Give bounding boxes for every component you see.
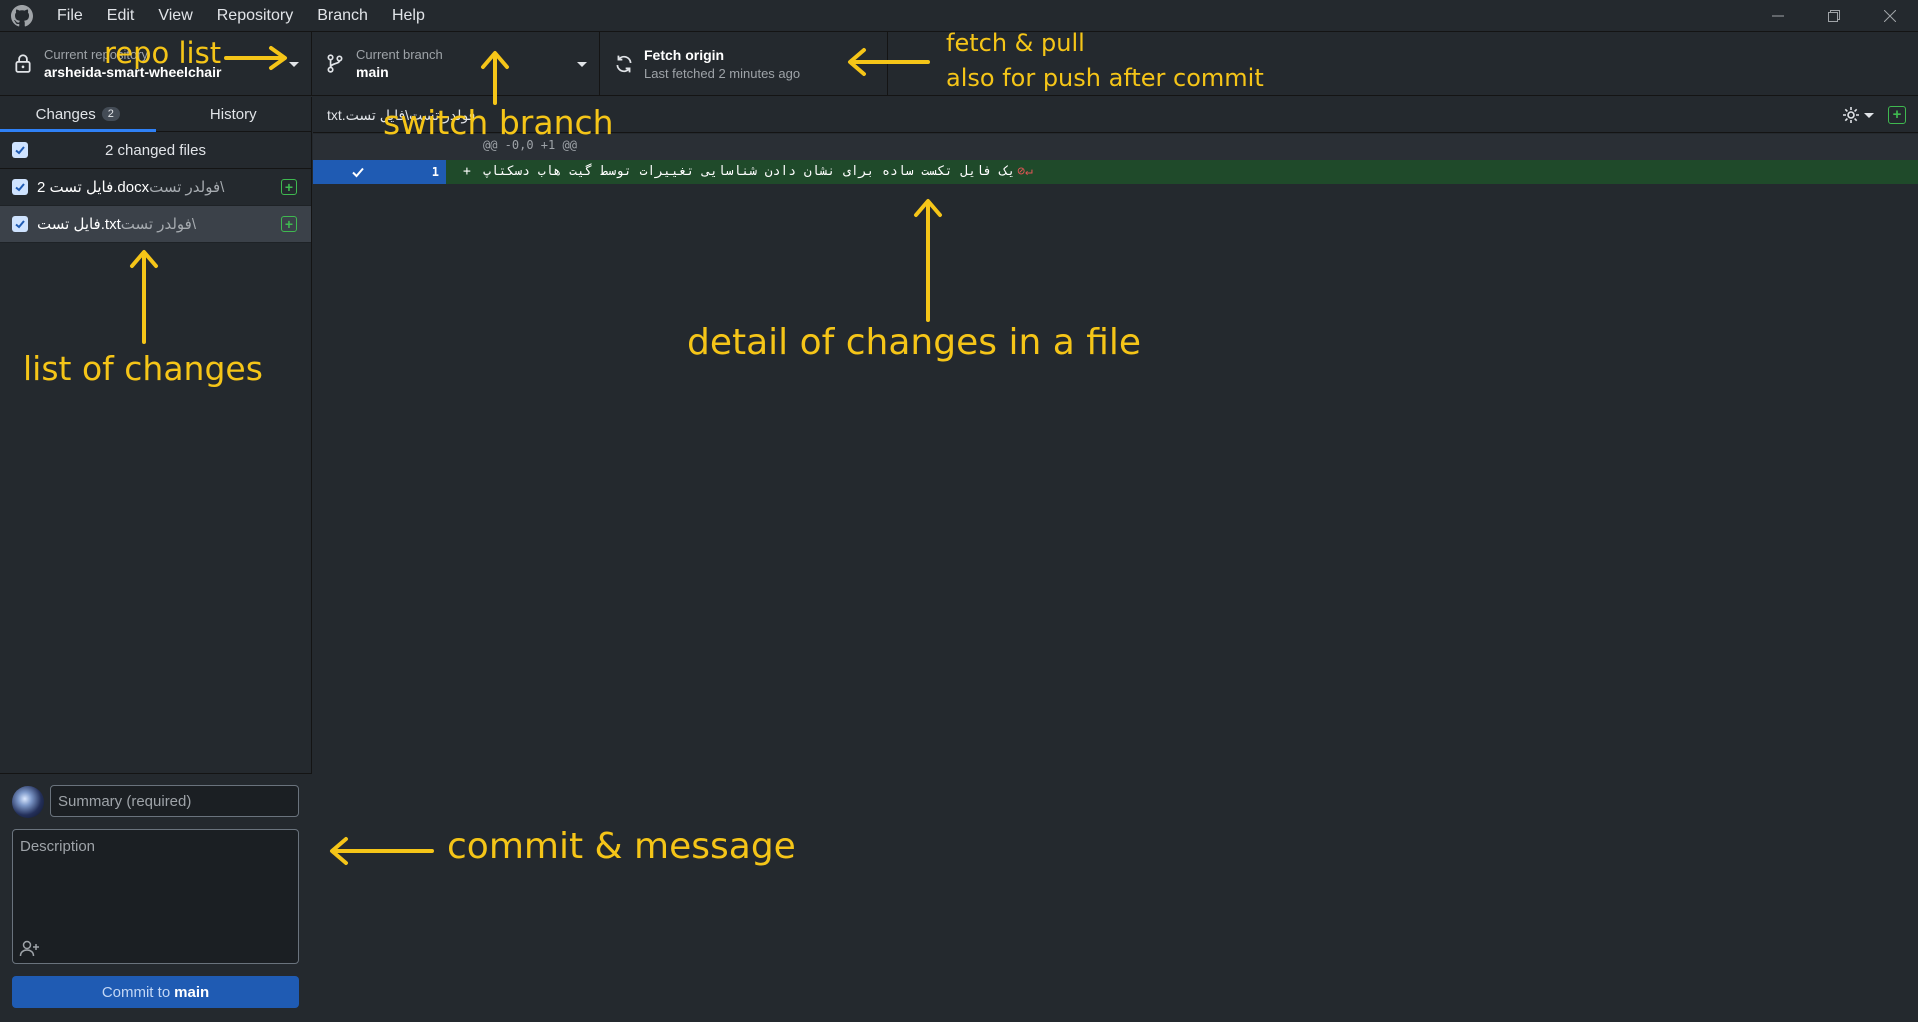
check-icon — [15, 220, 25, 229]
file-basename: فایل تست 2.docx — [37, 179, 150, 196]
diff-line-added[interactable]: 1 + یک فایل تکست ساده برای نشان دادن شنا… — [313, 160, 1918, 184]
check-icon — [351, 167, 364, 178]
line-text: یک فایل تکست ساده برای نشان دادن شناسایی… — [483, 164, 1016, 179]
github-logo-icon — [11, 4, 33, 26]
menu-view[interactable]: View — [146, 0, 204, 31]
check-icon — [15, 183, 25, 192]
menu-branch[interactable]: Branch — [305, 0, 380, 31]
description-box — [12, 829, 299, 964]
check-icon — [15, 146, 25, 155]
gear-icon — [1843, 107, 1859, 123]
line-content: یک فایل تکست ساده برای نشان دادن شناسایی… — [483, 160, 1383, 184]
restore-button[interactable] — [1806, 0, 1862, 31]
annotation-fetch-line1: fetch & pull — [946, 29, 1085, 57]
annotation-detail-changes: detail of changes in a file — [687, 322, 1142, 363]
avatar — [12, 786, 44, 818]
changed-files-count: 2 changed files — [105, 141, 206, 159]
annotation-switch-branch: switch branch — [383, 103, 614, 142]
branch-name: main — [356, 64, 389, 80]
chevron-down-icon — [289, 62, 299, 67]
file-checkbox[interactable] — [12, 216, 28, 232]
fetch-origin-button[interactable]: Fetch origin Last fetched 2 minutes ago — [600, 32, 888, 96]
branch-label: Current branch — [356, 47, 443, 62]
file-directory: فولدر تست\ — [120, 216, 196, 233]
sidebar-tabs: Changes 2 History — [0, 97, 311, 132]
fetch-title: Fetch origin — [644, 47, 725, 63]
tab-history-label: History — [209, 105, 257, 123]
changed-files-header: 2 changed files — [0, 132, 311, 169]
file-checkbox[interactable] — [12, 179, 28, 195]
branch-icon — [327, 54, 343, 73]
close-icon — [1884, 9, 1896, 22]
tab-changes-label: Changes — [35, 105, 96, 123]
diff-view: @@ -0,0 +1 @@ 1 + یک فایل تکست ساده برای… — [313, 134, 1918, 1022]
menu-edit[interactable]: Edit — [95, 0, 147, 31]
sync-icon — [616, 55, 632, 73]
commit-button-branch: main — [174, 983, 210, 1001]
file-name: فایل تست.txtفولدر تست\ — [37, 215, 196, 233]
commit-button-label: Commit to — [101, 983, 171, 1001]
no-newline-icon: ⊘↵ — [1017, 164, 1033, 179]
add-coauthor-icon[interactable] — [19, 939, 41, 957]
added-file-icon: + — [281, 179, 297, 195]
lock-icon — [15, 54, 31, 73]
chevron-down-icon — [1864, 112, 1874, 118]
file-directory: فولدر تست\ — [149, 179, 225, 196]
file-name: فایل تست 2.docxفولدر تست\ — [37, 178, 224, 196]
select-all-checkbox[interactable] — [12, 142, 28, 158]
menu-help[interactable]: Help — [380, 0, 437, 31]
diff-settings-button[interactable] — [1842, 105, 1878, 125]
window-controls — [1750, 0, 1918, 31]
file-basename: فایل تست.txt — [37, 216, 121, 233]
annotation-commit-message: commit & message — [447, 826, 796, 867]
menu-repository[interactable]: Repository — [205, 0, 305, 31]
minimize-button[interactable] — [1750, 0, 1806, 31]
annotation-repo-list: repo list — [104, 36, 222, 70]
line-number: 1 — [402, 160, 446, 184]
tab-changes[interactable]: Changes 2 — [0, 97, 156, 132]
annotation-fetch-line2: also for push after commit — [946, 64, 1264, 92]
summary-input[interactable] — [50, 785, 299, 817]
restore-icon — [1828, 9, 1840, 22]
fetch-subtitle: Last fetched 2 minutes ago — [644, 66, 801, 81]
close-button[interactable] — [1862, 0, 1918, 31]
current-branch-button[interactable]: Current branch main — [312, 32, 600, 96]
added-file-icon: + — [1888, 106, 1906, 124]
added-file-icon: + — [281, 216, 297, 232]
chevron-down-icon — [577, 62, 587, 67]
changes-count-badge: 2 — [101, 107, 120, 121]
line-sign: + — [463, 164, 471, 179]
list-item[interactable]: فایل تست 2.docxفولدر تست\ + — [0, 169, 311, 206]
minimize-icon — [1772, 15, 1784, 16]
commit-button[interactable]: Commit to main — [12, 976, 299, 1008]
menu-file[interactable]: File — [45, 0, 95, 31]
list-item[interactable]: فایل تست.txtفولدر تست\ + — [0, 206, 311, 243]
tab-history[interactable]: History — [156, 97, 312, 131]
annotation-list-changes: list of changes — [23, 349, 263, 388]
line-select-toggle[interactable] — [313, 160, 402, 184]
commit-panel: Commit tomain — [0, 773, 312, 1022]
description-input[interactable] — [13, 830, 298, 963]
title-bar: File Edit View Repository Branch Help — [0, 0, 1918, 31]
